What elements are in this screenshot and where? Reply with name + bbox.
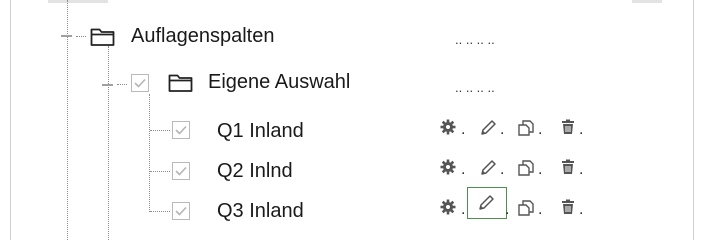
separator: . <box>538 121 543 138</box>
pencil-icon[interactable] <box>476 156 498 178</box>
panel-right-border <box>693 0 694 240</box>
pencil-icon[interactable] <box>467 187 507 219</box>
tree-guide-line <box>108 46 109 240</box>
trailing-dots: .. .. .. .. <box>455 80 495 95</box>
tree-connector <box>150 211 170 212</box>
pencil-icon[interactable] <box>476 116 498 138</box>
trash-icon[interactable] <box>557 116 579 138</box>
checkbox[interactable] <box>172 121 190 139</box>
tree-panel: Auflagenspalten .. .. .. .. Eigene Auswa… <box>0 0 716 240</box>
folder-icon <box>168 71 194 93</box>
checkbox[interactable] <box>172 162 190 180</box>
gear-icon[interactable] <box>437 196 459 218</box>
checkbox[interactable] <box>172 202 190 220</box>
separator: . <box>579 161 584 178</box>
separator: . <box>500 121 505 138</box>
separator: . <box>538 161 543 178</box>
separator: . <box>500 161 505 178</box>
trailing-dots: .. .. .. .. <box>455 32 495 47</box>
gear-icon[interactable] <box>437 116 459 138</box>
separator: . <box>538 201 543 218</box>
checkbox[interactable] <box>131 74 149 92</box>
tree-connector <box>150 130 170 131</box>
node-label: Eigene Auswahl <box>208 71 351 93</box>
separator: . <box>579 121 584 138</box>
separator: . <box>461 201 466 218</box>
separator: . <box>461 121 466 138</box>
tree-connector <box>150 171 170 172</box>
tree-connector <box>76 36 86 37</box>
copy-icon[interactable] <box>514 156 536 178</box>
collapse-toggle[interactable] <box>102 84 113 86</box>
tree-guide-line <box>149 94 150 212</box>
collapse-toggle[interactable] <box>61 35 72 37</box>
trash-icon[interactable] <box>557 196 579 218</box>
tree-connector <box>117 84 127 85</box>
node-label: Auflagenspalten <box>131 25 275 47</box>
separator: . <box>579 201 584 218</box>
separator: . <box>505 201 510 218</box>
top-stub <box>632 0 662 3</box>
panel-left-border <box>10 0 11 240</box>
copy-icon[interactable] <box>514 116 536 138</box>
node-label: Q3 Inland <box>217 200 304 222</box>
copy-icon[interactable] <box>514 196 536 218</box>
trash-icon[interactable] <box>557 156 579 178</box>
top-stub <box>48 0 108 3</box>
node-label: Q1 Inland <box>217 120 304 142</box>
folder-icon <box>90 25 116 47</box>
separator: . <box>461 161 466 178</box>
gear-icon[interactable] <box>437 156 459 178</box>
node-label: Q2 Inlnd <box>217 160 293 182</box>
